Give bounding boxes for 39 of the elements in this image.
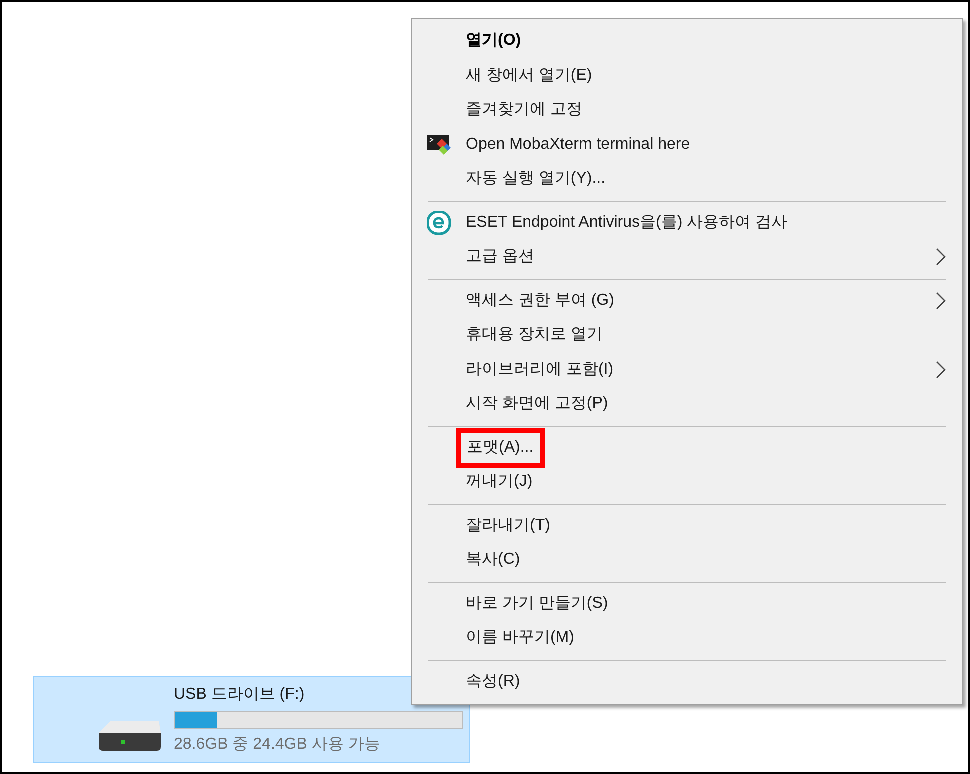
menu-item[interactable]: 휴대용 장치로 열기 — [412, 318, 962, 352]
drive-name: USB 드라이브 (F:) — [174, 685, 305, 705]
menu-item-label: 즐겨찾기에 고정 — [466, 100, 582, 120]
menu-item-label: 꺼내기(J) — [466, 472, 533, 492]
menu-item[interactable]: 시작 화면에 고정(P) — [412, 387, 962, 422]
menu-item[interactable]: Open MobaXterm terminal here — [412, 128, 962, 162]
menu-item-label: 이름 바꾸기(M) — [466, 628, 574, 648]
menu-item[interactable]: 새 창에서 열기(E) — [412, 58, 962, 93]
shield-e-icon — [427, 210, 451, 235]
menu-item[interactable]: 라이브러리에 포함(I) — [412, 352, 962, 387]
menu-item-label: 시작 화면에 고정(P) — [466, 394, 608, 414]
menu-item[interactable]: 바로 가기 만들기(S) — [412, 586, 962, 621]
menu-item-label: ESET Endpoint Antivirus을(를) 사용하여 검사 — [466, 212, 788, 233]
menu-item-label: 자동 실행 열기(Y)... — [466, 169, 606, 190]
menu-item[interactable]: 액세스 권한 부여 (G) — [412, 284, 962, 318]
menu-item-label: 복사(C) — [466, 550, 520, 570]
terminal-icon — [427, 134, 451, 156]
menu-item-label: 열기(O) — [466, 31, 522, 52]
drive-icon — [97, 719, 163, 753]
menu-item[interactable]: 즐겨찾기에 고정 — [412, 93, 962, 128]
menu-item[interactable]: 포맷(A)... — [412, 430, 962, 465]
menu-item-label: 잘라내기(T) — [466, 516, 550, 536]
menu-item[interactable]: 열기(O) — [412, 24, 962, 58]
menu-item[interactable]: 잘라내기(T) — [412, 508, 962, 543]
menu-item[interactable]: 복사(C) — [412, 543, 962, 578]
menu-item[interactable]: 이름 바꾸기(M) — [412, 621, 962, 656]
menu-item-label: 고급 옵션 — [466, 247, 534, 268]
menu-item[interactable]: 자동 실행 열기(Y)... — [412, 162, 962, 196]
highlight-box: 포맷(A)... — [456, 428, 545, 468]
menu-item-label: 새 창에서 열기(E) — [466, 66, 592, 86]
menu-item-label: 라이브러리에 포함(I) — [466, 360, 614, 380]
menu-item[interactable]: 꺼내기(J) — [412, 465, 962, 500]
menu-item-label: 휴대용 장치로 열기 — [466, 325, 603, 346]
menu-item-label: 액세스 권한 부여 (G) — [466, 290, 614, 311]
menu-item-label: Open MobaXterm terminal here — [466, 134, 690, 155]
menu-item[interactable]: ESET Endpoint Antivirus을(를) 사용하여 검사 — [412, 206, 962, 240]
menu-item-label: 바로 가기 만들기(S) — [466, 594, 608, 614]
menu-item[interactable]: 고급 옵션 — [412, 240, 962, 274]
drive-space: 28.6GB 중 24.4GB 사용 가능 — [174, 735, 380, 755]
